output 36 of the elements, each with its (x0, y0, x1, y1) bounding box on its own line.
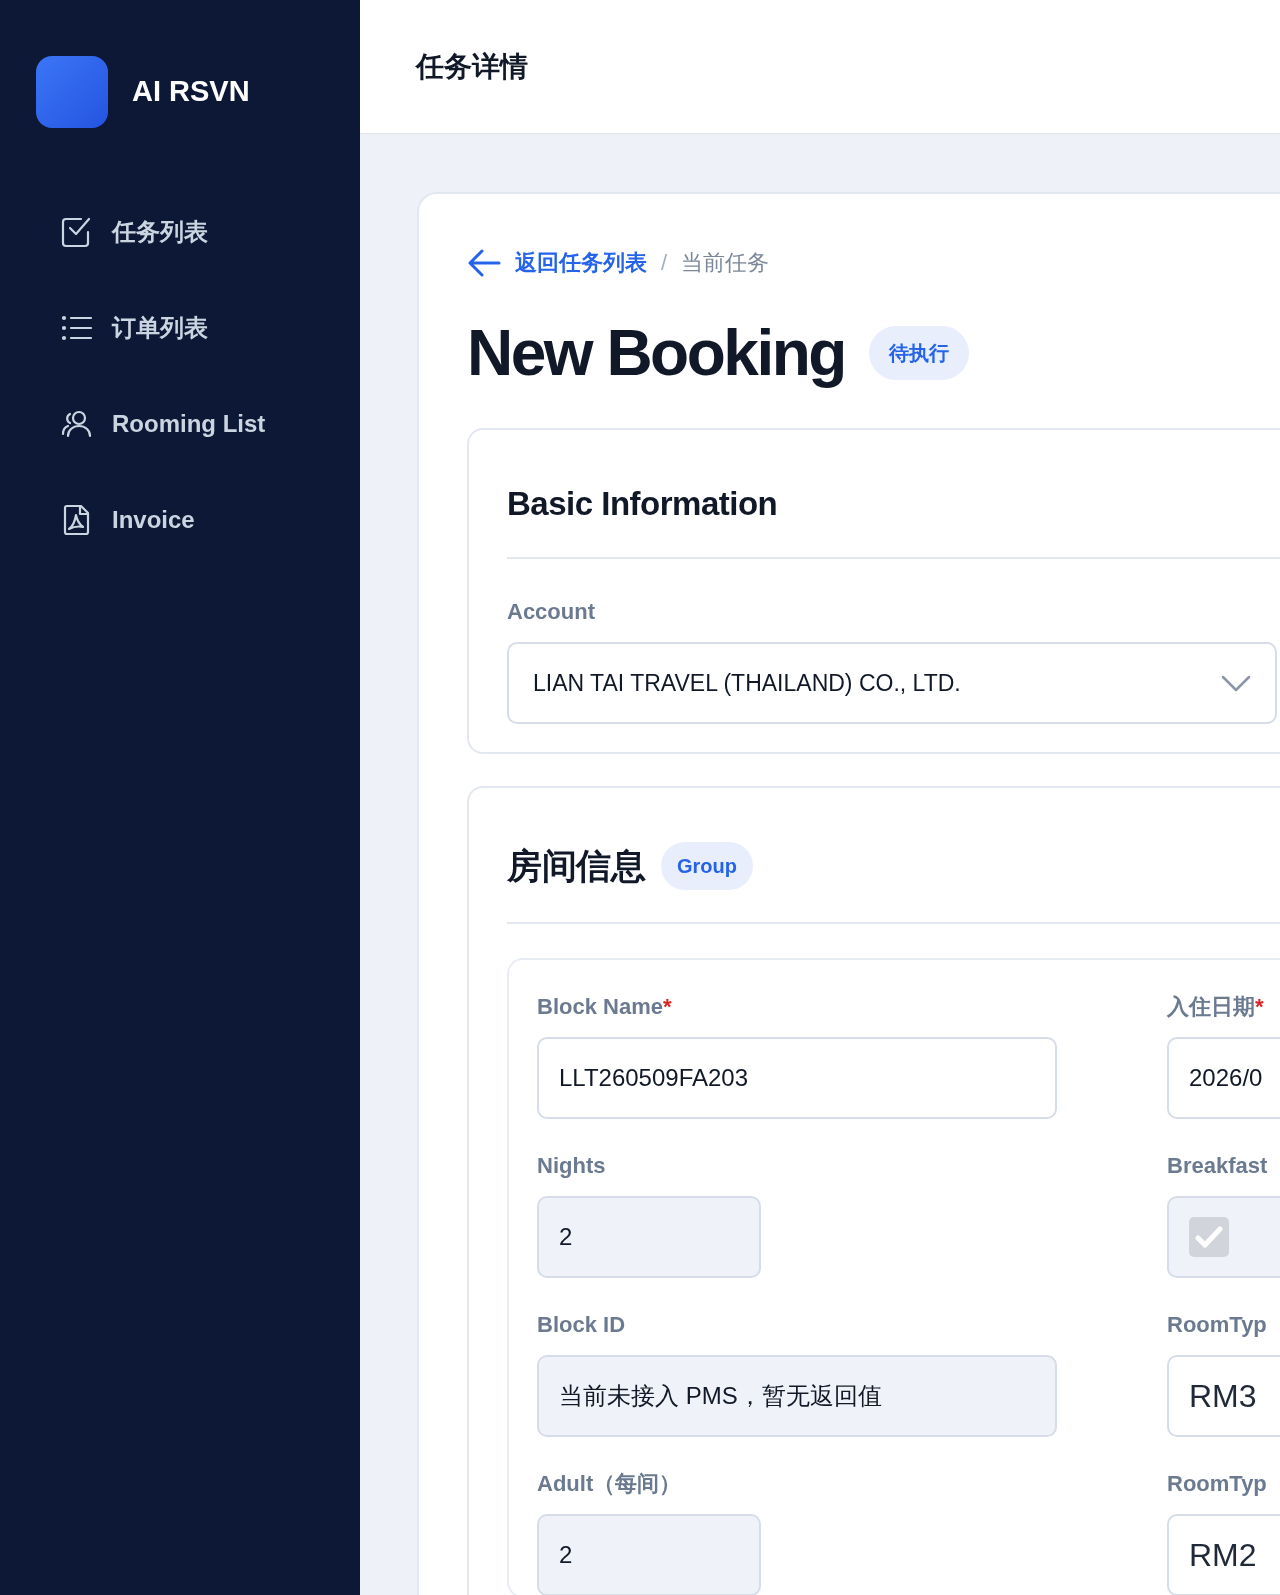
section-title: 房间信息 (507, 845, 645, 888)
back-link[interactable]: 返回任务列表 (467, 246, 647, 279)
header-title: 任务详情 (416, 49, 528, 84)
checkmark-icon (1195, 1225, 1223, 1250)
sidebar-item[interactable]: 任务列表 (36, 184, 360, 280)
account-select[interactable]: LIAN TAI TRAVEL (THAILAND) CO., LTD. (507, 642, 1277, 725)
input-field[interactable]: LLT260509FA203 (537, 1037, 1057, 1120)
field-label: Account (507, 598, 596, 627)
input-field[interactable]: 2 (537, 1514, 761, 1595)
field-label: Block ID (537, 1311, 627, 1340)
field-label: 入住日期* (1167, 993, 1265, 1022)
field-label: Block Name* (537, 993, 673, 1022)
group-tag: Group (661, 842, 753, 891)
sidebar-item[interactable]: Rooming List (36, 376, 360, 472)
input-field[interactable]: 2 (537, 1196, 761, 1279)
input-field[interactable]: 当前未接入 PMS，暂无返回值 (537, 1355, 1057, 1438)
section-title: Basic Information (507, 483, 779, 524)
app-name: AI RSVN (132, 74, 250, 110)
field-label: Adult（每间） (537, 1470, 683, 1499)
back-arrow-icon (467, 247, 501, 278)
checkbox[interactable] (1189, 1217, 1229, 1258)
sidebar-item[interactable]: Invoice (36, 472, 360, 568)
app-logo (36, 56, 108, 128)
field-label: Nights (537, 1152, 607, 1181)
field-label: RoomTyp (1167, 1311, 1268, 1340)
field-label: Breakfast (1167, 1152, 1269, 1181)
breadcrumb-separator: / (661, 249, 668, 277)
input-field[interactable]: RM3 (1167, 1355, 1280, 1438)
sidebar-item[interactable]: 订单列表 (36, 280, 360, 376)
page-title: New Booking (467, 316, 845, 391)
status-tag: 待执行 (868, 326, 969, 381)
input-field[interactable]: RM2 (1167, 1514, 1280, 1595)
field-label: RoomTyp (1167, 1470, 1268, 1499)
input-field[interactable]: 2026/0 (1167, 1037, 1280, 1120)
breadcrumb-current: 当前任务 (681, 249, 770, 277)
chevron-down-icon (1221, 674, 1251, 693)
